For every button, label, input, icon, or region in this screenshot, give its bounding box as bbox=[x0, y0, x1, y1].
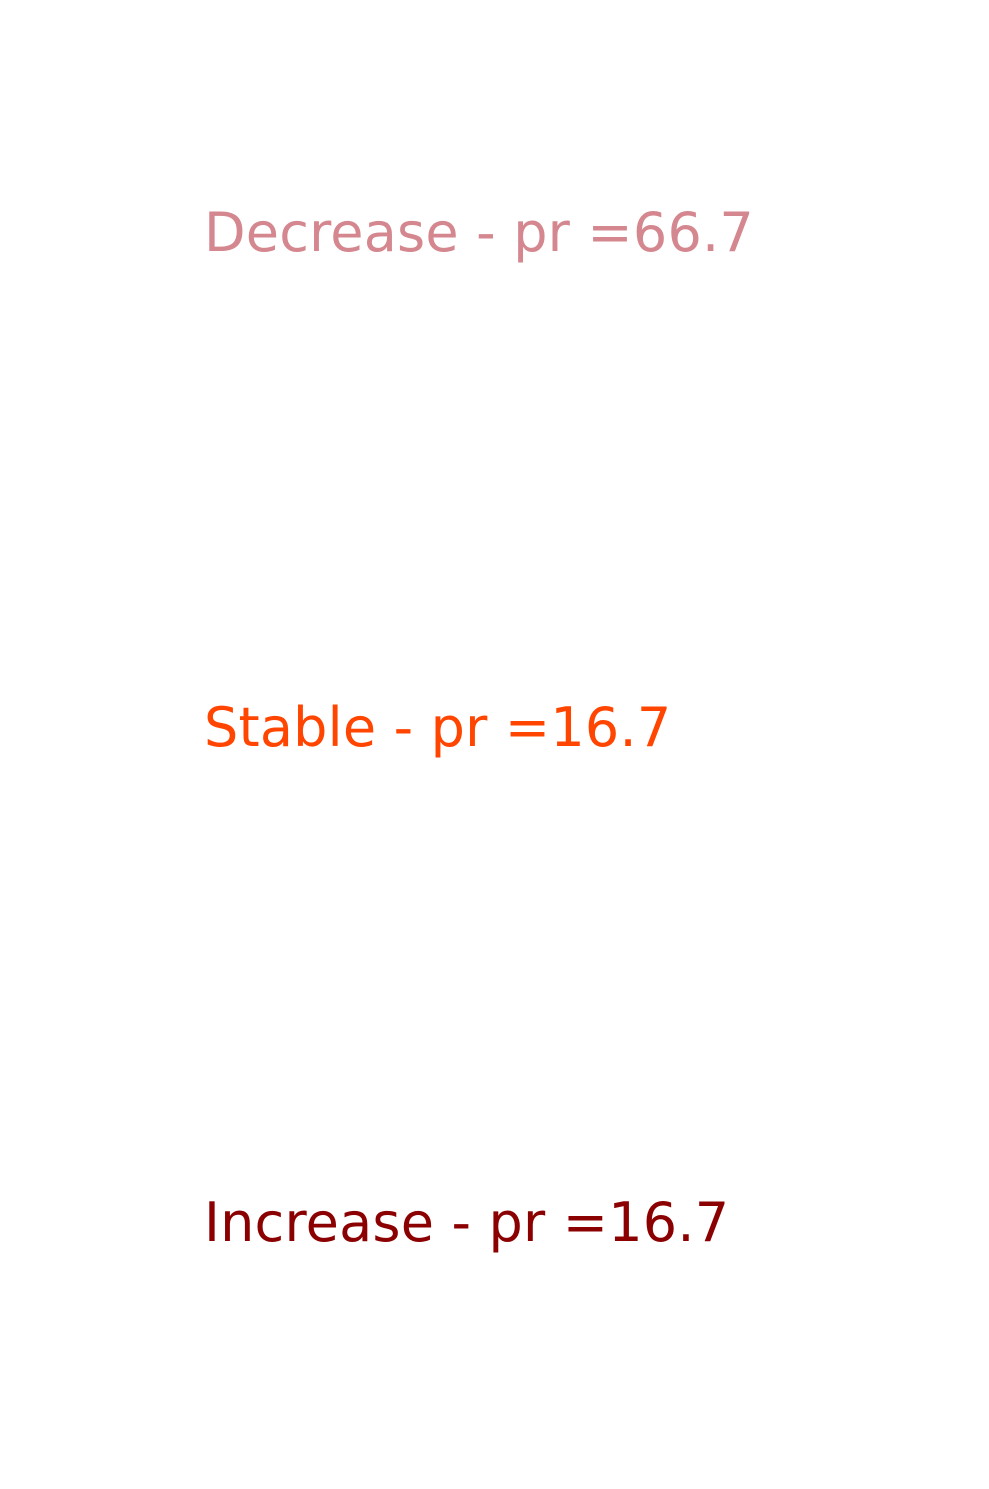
stable-label: Stable - pr =16.7 bbox=[204, 696, 672, 759]
decrease-label: Decrease - pr =66.7 bbox=[204, 201, 754, 264]
increase-label: Increase - pr =16.7 bbox=[204, 1191, 730, 1254]
